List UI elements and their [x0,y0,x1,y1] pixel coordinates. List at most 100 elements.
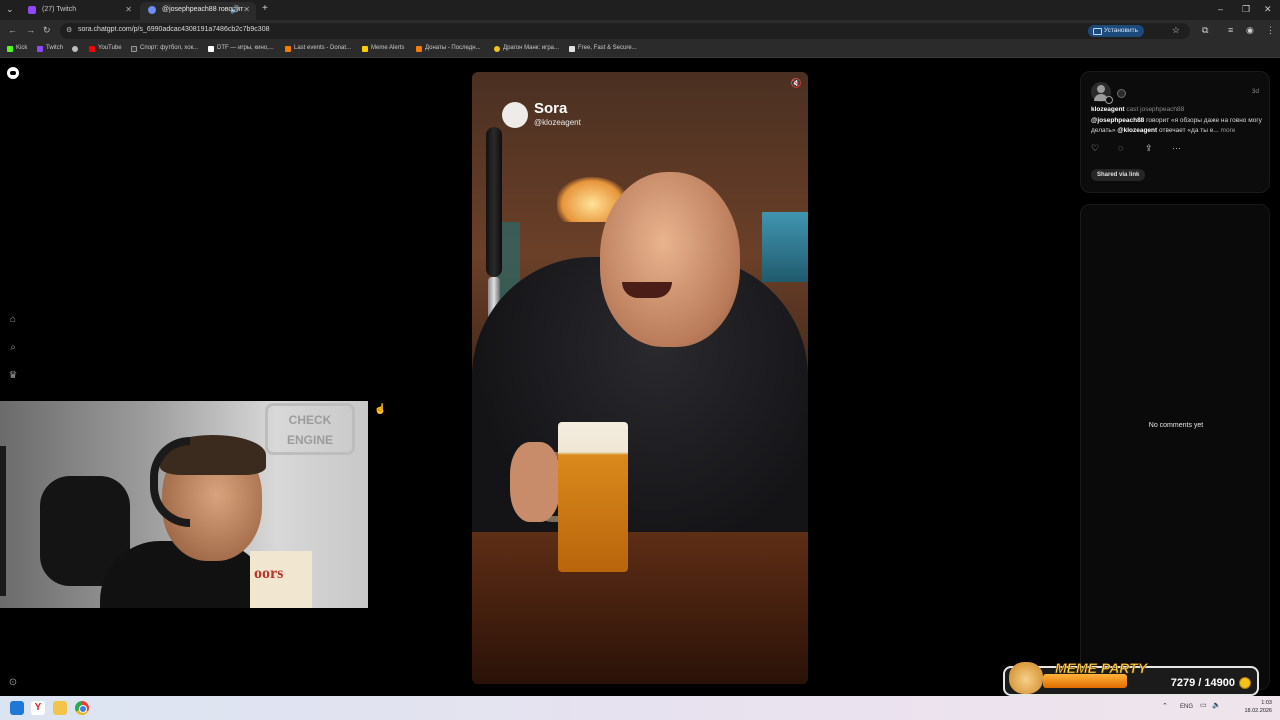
bookmark-donaty[interactable]: Донаты - Последн... [416,45,481,52]
share-icon[interactable]: ⇪ [1145,143,1153,154]
search-icon[interactable]: ⌕ [7,342,19,354]
post-caption: @josephpeach88 говорит «я обзоры даже на… [1091,117,1262,134]
sora-logo-icon[interactable] [7,67,19,79]
maximize-icon[interactable]: ❐ [1242,4,1250,15]
browser-menu-icon[interactable]: ⋮ [1266,25,1275,36]
clock-date: 18.02.2026 [1244,708,1272,714]
meme-party-count: 7279 / 14900 [1170,677,1235,689]
reload-icon[interactable]: ↻ [43,25,51,36]
twitch-favicon-icon [28,6,36,14]
shared-via-link-chip[interactable]: Shared via link [1091,169,1146,181]
chrome-icon[interactable] [75,701,89,715]
url-text: sora.chatgpt.com/p/s_6990adcac4308191a74… [78,26,270,33]
bookmark-sport[interactable]: Спорт: футбол, хок... [131,45,198,52]
media-control-icon[interactable]: ≡ [1228,25,1233,35]
tab-sora[interactable]: @josephpeach88 говорит 🔊 ✕ [140,2,256,20]
youtube-icon [89,46,95,52]
cameo-avatar[interactable] [1117,89,1126,98]
bar-counter [472,532,808,684]
tab-twitch[interactable]: (27) Twitch ✕ [20,2,138,20]
post-card: 3d klozeagent cast josephpeach88 @joseph… [1080,71,1270,193]
bookmark-free-fast[interactable]: Free, Fast & Secure... [569,45,637,52]
site-info-icon[interactable]: ⚙ [66,26,72,34]
person-hand [510,442,560,522]
language-indicator[interactable]: ENG [1180,704,1193,710]
post-age: 3d [1251,88,1259,95]
tab-search-icon[interactable]: ⌄ [6,4,14,15]
video-player[interactable]: Sora @klozeagent 🔇 [472,72,808,684]
more-options-icon[interactable]: ··· [1172,143,1181,153]
speaker-muted-icon[interactable]: 🔇 [791,78,802,89]
tab-title: (27) Twitch [42,6,77,13]
browser-tab-strip: ⌄ (27) Twitch ✕ @josephpeach88 говорит 🔊… [0,0,1280,20]
bookmark-star-icon[interactable]: ☆ [1172,25,1180,36]
trophy-icon[interactable]: ♛ [7,370,19,382]
close-tab-icon[interactable]: ✕ [125,2,132,18]
settings-icon[interactable]: ⊙ [7,677,19,689]
author-avatar[interactable] [1091,82,1113,104]
new-tab-button[interactable]: + [262,3,268,14]
webcam-overlay: CHECK ENGINE oors [0,401,368,608]
minimize-icon[interactable]: – [1218,4,1223,14]
mention-link[interactable]: @josephpeach88 [1091,117,1144,124]
windows-taskbar: Y ⌃ ENG ▭ 🔈 1:03 18.02.2026 [0,696,1280,720]
mention-link[interactable]: @klozeagent [1117,127,1157,134]
network-icon[interactable]: ▭ [1200,701,1207,709]
person-head [600,172,740,347]
close-tab-icon[interactable]: ✕ [243,2,250,18]
beer-mug [558,422,628,572]
system-clock[interactable]: 1:03 18.02.2026 [1244,699,1272,715]
forward-icon[interactable]: → [26,25,35,35]
bookmark-donationalerts[interactable]: Last events - Donat... [285,45,351,52]
file-explorer-icon[interactable] [53,701,67,715]
twitch-icon [37,46,43,52]
background-neon [762,212,808,282]
post-author[interactable]: klozeagent [1091,106,1125,113]
dragon-icon [494,46,500,52]
bookmark-kick[interactable]: Kick [7,45,27,52]
bike-frame [0,446,40,596]
headset-icon [150,437,190,527]
post-header: klozeagent cast josephpeach88 [1091,106,1184,113]
meme-party-widget: MEME PARTY 7279 / 14900 [1003,660,1259,696]
yandex-browser-icon[interactable]: Y [31,701,45,715]
doge-icon [1009,662,1043,694]
close-window-icon[interactable]: ✕ [1264,4,1272,15]
plus-badge-icon [1105,96,1113,104]
clock-time: 1:03 [1261,700,1272,706]
folder-icon [416,46,422,52]
donationalerts-icon [285,46,291,52]
tray-chevron-icon[interactable]: ⌃ [1162,702,1168,710]
dtf-icon [208,46,214,52]
bookmark-twitch[interactable]: Twitch [37,45,63,52]
bookmark-dragon[interactable]: Драгон Манк: игра... [494,45,559,52]
profile-icon[interactable]: ◉ [1246,25,1254,36]
volume-icon[interactable]: 🔈 [1212,701,1221,709]
back-icon[interactable]: ← [8,25,17,35]
watermark-handle: @klozeagent [534,118,581,127]
like-icon[interactable]: ♡ [1091,143,1099,154]
extensions-icon[interactable]: ⧉ [1202,25,1208,36]
windows-start-icon[interactable] [10,701,24,715]
bookmark-dtf[interactable]: DTF — игры, кино,... [208,45,274,52]
bookmarks-bar: Kick Twitch YouTube Спорт: футбол, хок..… [0,42,1280,58]
kick-icon [7,46,13,52]
no-comments-text: No comments yet [1148,422,1204,429]
browser-toolbar: ← → ↻ ⚙ sora.chatgpt.com/p/s_6990adcac43… [0,20,1280,42]
bookmark-youtube[interactable]: YouTube [89,45,122,52]
tab-audio-icon[interactable]: 🔊 [230,2,240,18]
home-icon[interactable]: ⌂ [7,314,19,326]
more-link[interactable]: more [1221,127,1236,134]
watermark-name: Sora [534,100,568,117]
sport-icon [131,46,137,52]
bookmark-meme-alerts[interactable]: Meme Alerts [362,45,404,52]
mail-icon [569,46,575,52]
sora-cloud-icon [502,102,528,128]
meme-party-progress [1043,674,1127,688]
hand-cursor-icon: ☝ [374,404,387,415]
post-cast: cast josephpeach88 [1126,106,1185,113]
install-app-button[interactable]: Установить [1087,25,1144,37]
remix-icon[interactable]: ◌ [1118,143,1123,153]
address-bar[interactable]: ⚙ sora.chatgpt.com/p/s_6990adcac4308191a… [60,23,1190,39]
meme-party-title: MEME PARTY [1055,660,1148,677]
